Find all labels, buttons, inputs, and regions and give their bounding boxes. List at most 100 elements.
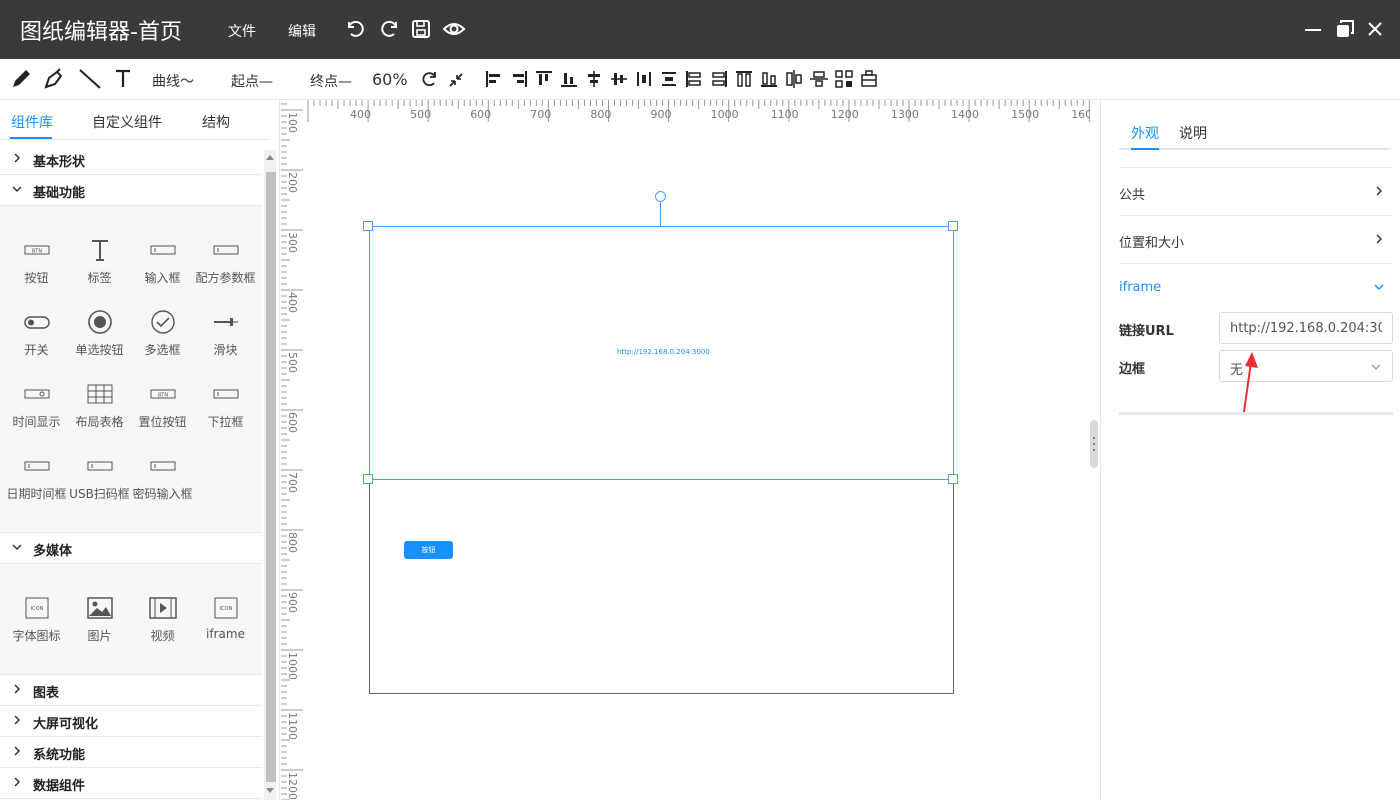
canvas-button-element[interactable]: 按钮 xyxy=(404,541,453,559)
group-icon[interactable] xyxy=(834,69,854,89)
left-scrollbar[interactable] xyxy=(264,150,276,800)
scroll-up-arrow-icon[interactable] xyxy=(266,154,274,162)
preview-eye-icon[interactable] xyxy=(442,17,466,41)
align-center-vertical-icon[interactable] xyxy=(609,69,629,89)
resize-handle-top-right[interactable] xyxy=(948,221,958,231)
component-label: 图片 xyxy=(87,629,112,643)
tab-custom-components[interactable]: 自定义组件 xyxy=(92,112,162,132)
resize-handle-bottom-left[interactable] xyxy=(363,474,373,484)
component-recipe-param[interactable]: 配方参数框 xyxy=(194,236,257,286)
component-font-icon[interactable]: ICON 字体图标 xyxy=(5,594,68,644)
chevron-down-icon xyxy=(12,544,22,551)
component-label: 时间显示 xyxy=(12,415,61,429)
zoom-level[interactable]: 60% xyxy=(372,70,408,89)
scroll-thumb[interactable] xyxy=(266,172,276,782)
same-height-bottom-icon[interactable] xyxy=(759,69,779,89)
save-icon[interactable] xyxy=(409,17,433,41)
same-width-left-icon[interactable] xyxy=(684,69,704,89)
restore-icon[interactable] xyxy=(1334,17,1356,41)
component-slider[interactable]: 滑块 xyxy=(194,308,257,358)
curve-dropdown[interactable]: 曲线〜 xyxy=(152,71,194,91)
radio-button-icon xyxy=(87,310,112,334)
resize-handle-top-left[interactable] xyxy=(363,221,373,231)
pencil-icon[interactable] xyxy=(10,67,32,91)
fit-shrink-icon[interactable] xyxy=(447,67,465,91)
category-big-screen[interactable]: 大屏可视化 xyxy=(0,706,262,737)
tab-component-library[interactable]: 组件库 xyxy=(11,112,53,132)
component-switch[interactable]: 开关 xyxy=(5,308,68,358)
component-input[interactable]: 输入框 xyxy=(131,236,194,286)
category-charts[interactable]: 图表 xyxy=(0,675,262,706)
text-tool-icon[interactable] xyxy=(113,67,133,91)
center-middle-icon[interactable] xyxy=(809,69,829,89)
undo-icon[interactable] xyxy=(344,17,368,41)
reset-zoom-icon[interactable] xyxy=(419,67,439,91)
ruler-x-label: 400 xyxy=(350,108,371,121)
component-datetime[interactable]: 日期时间框 xyxy=(5,452,68,502)
component-label: 密码输入框 xyxy=(132,487,193,501)
category-system[interactable]: 系统功能 xyxy=(0,737,262,768)
component-set-button[interactable]: BTN 置位按钮 xyxy=(131,380,194,430)
grip-dots-icon xyxy=(1093,437,1095,451)
chevron-right-icon xyxy=(1376,234,1383,244)
same-width-right-icon[interactable] xyxy=(709,69,729,89)
distribute-vertical-icon[interactable] xyxy=(659,69,679,89)
category-data[interactable]: 数据组件 xyxy=(0,768,262,799)
component-label: 下拉框 xyxy=(207,415,244,429)
component-checkbox[interactable]: 多选框 xyxy=(131,308,194,358)
section-position-size[interactable]: 位置和大小 xyxy=(1119,215,1391,263)
component-password-input[interactable]: 密码输入框 xyxy=(131,452,194,502)
tab-appearance[interactable]: 外观 xyxy=(1131,123,1159,143)
dropdown-icon xyxy=(213,389,238,399)
tab-description[interactable]: 说明 xyxy=(1179,123,1207,143)
ruler-x-label: 700 xyxy=(530,108,552,121)
center-stack-icon[interactable] xyxy=(784,69,804,89)
category-label: 数据组件 xyxy=(33,779,86,794)
align-left-icon[interactable] xyxy=(484,69,504,89)
ruler-x-label: 1100 xyxy=(770,108,799,121)
ruler-y-label: 500 xyxy=(286,352,299,373)
same-height-top-icon[interactable] xyxy=(734,69,754,89)
redo-icon[interactable] xyxy=(377,17,401,41)
distribute-horizontal-icon[interactable] xyxy=(634,69,654,89)
align-center-horizontal-icon[interactable] xyxy=(584,69,604,89)
component-time-display[interactable]: 时间显示 xyxy=(5,380,68,430)
minimize-icon[interactable] xyxy=(1302,17,1324,41)
component-label-widget[interactable]: 标签 xyxy=(68,236,131,286)
tab-structure[interactable]: 结构 xyxy=(202,112,230,132)
pen-icon[interactable] xyxy=(43,67,65,91)
component-dropdown[interactable]: 下拉框 xyxy=(194,380,257,430)
component-layout-table[interactable]: 布局表格 xyxy=(68,380,131,430)
component-image[interactable]: 图片 xyxy=(68,594,131,644)
rotation-handle[interactable] xyxy=(655,191,666,202)
component-label: 开关 xyxy=(24,343,49,357)
section-iframe[interactable]: iframe xyxy=(1119,263,1391,311)
start-point-dropdown[interactable]: 起点— xyxy=(231,71,273,91)
ungroup-icon[interactable] xyxy=(859,69,879,89)
close-icon[interactable] xyxy=(1365,17,1387,41)
category-label: 系统功能 xyxy=(33,748,86,763)
menu-edit[interactable]: 编辑 xyxy=(288,21,316,41)
menu-file[interactable]: 文件 xyxy=(228,21,256,41)
component-usb-scanner[interactable]: USB扫码框 xyxy=(68,452,131,502)
align-top-icon[interactable] xyxy=(534,69,554,89)
component-iframe[interactable]: ICON iframe xyxy=(194,594,257,641)
component-video[interactable]: 视频 xyxy=(131,594,194,644)
align-right-icon[interactable] xyxy=(509,69,529,89)
component-label: iframe xyxy=(206,627,245,641)
component-button[interactable]: BTN 按钮 xyxy=(5,236,68,286)
category-basic-functions[interactable]: 基础功能 xyxy=(0,175,262,206)
category-multimedia[interactable]: 多媒体 xyxy=(0,533,262,564)
line-tool-icon[interactable] xyxy=(78,67,102,91)
toolbar: 曲线〜 起点— 终点— 60% xyxy=(0,59,1400,100)
ruler-x-label: 800 xyxy=(590,108,612,121)
url-input[interactable] xyxy=(1219,312,1393,344)
component-radio[interactable]: 单选按钮 xyxy=(68,308,131,358)
scroll-down-arrow-icon[interactable] xyxy=(266,786,274,794)
align-bottom-icon[interactable] xyxy=(559,69,579,89)
panel-splitter[interactable] xyxy=(1090,420,1098,468)
section-common[interactable]: 公共 xyxy=(1119,167,1391,215)
resize-handle-bottom-right[interactable] xyxy=(948,474,958,484)
category-basic-shapes[interactable]: 基本形状 xyxy=(0,144,262,175)
end-point-dropdown[interactable]: 终点— xyxy=(310,71,352,91)
